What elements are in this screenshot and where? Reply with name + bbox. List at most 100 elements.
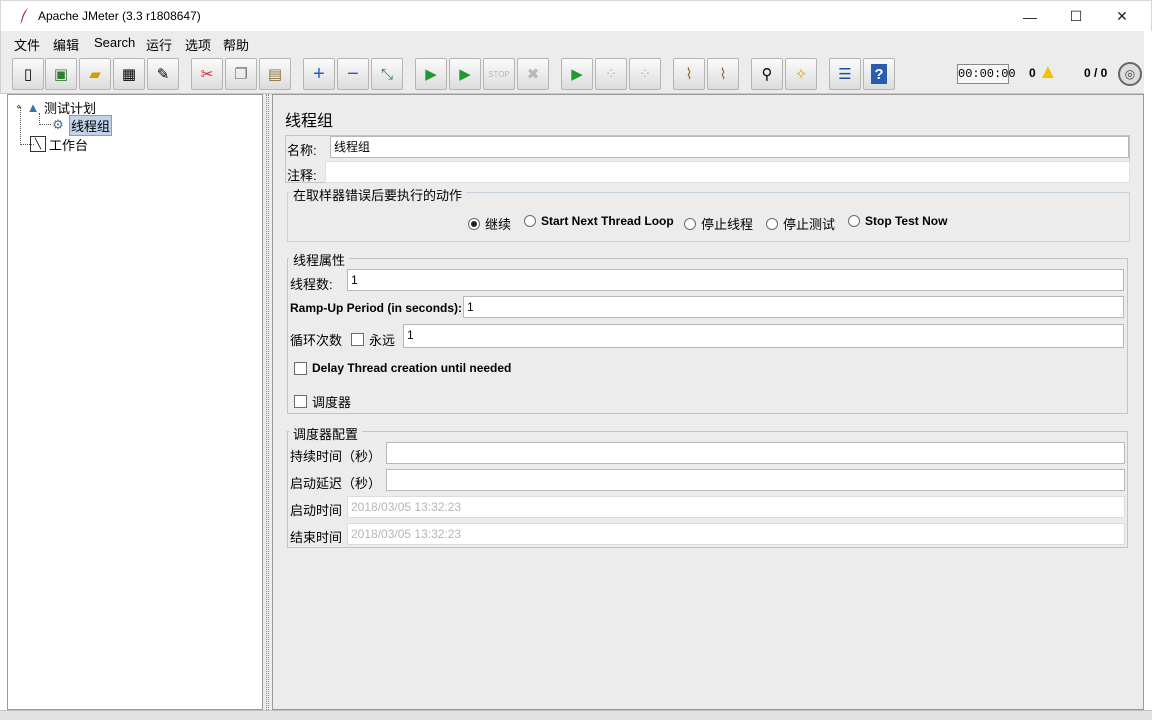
copy-button[interactable]: ❐ — [225, 58, 257, 90]
tree-node-test-plan[interactable]: ⚬ ▲ 测试计划 — [15, 98, 96, 116]
help-button[interactable]: ? — [863, 58, 895, 90]
save-button[interactable]: ▦ — [113, 58, 145, 90]
save-as-icon: ✎ — [156, 66, 170, 83]
checkbox-box — [294, 361, 307, 375]
shutdown-icon: ✖ — [526, 66, 540, 83]
radio-continue[interactable]: 继续 — [468, 214, 511, 233]
save-as-button[interactable]: ✎ — [147, 58, 179, 90]
paste-button[interactable]: ▤ — [259, 58, 291, 90]
radio-label: 停止线程 — [701, 217, 754, 232]
error-action-legend: 在取样器错误后要执行的动作 — [289, 185, 467, 204]
scheduler-config-legend: 调度器配置 — [289, 424, 363, 443]
delay-thread-creation-checkbox[interactable]: Delay Thread creation until needed — [294, 361, 511, 375]
toggle-button[interactable]: ⤡ — [371, 58, 403, 90]
start-no-pause-icon: ▶ — [459, 66, 471, 83]
close-button[interactable]: ✕ — [1099, 1, 1145, 32]
cut-button[interactable]: ✂ — [191, 58, 223, 90]
radio-indicator — [468, 217, 480, 230]
remote-stop-all-button[interactable]: ⁘ — [595, 58, 627, 90]
remote-start-all-button[interactable]: ▶ — [561, 58, 593, 90]
scheduler-checkbox[interactable]: 调度器 — [294, 392, 351, 411]
tree-node-thread-group[interactable]: ⚙ 线程组 — [50, 114, 113, 136]
remote-stop-icon: ⁘ — [604, 66, 618, 83]
clear-all-icon: ⌇ — [719, 66, 727, 83]
open-button[interactable]: ▰ — [79, 58, 111, 90]
page-title: 线程组 — [285, 113, 334, 130]
stop-button[interactable]: STOP — [483, 58, 515, 90]
threads-input[interactable]: 1 — [347, 269, 1124, 291]
remote-shutdown-all-button[interactable]: ⁘ — [629, 58, 661, 90]
warning-icon[interactable]: ▲ — [1038, 62, 1058, 82]
thread-properties-legend: 线程属性 — [289, 250, 350, 269]
templates-icon: ▣ — [53, 66, 69, 83]
loop-count-input[interactable]: 1 — [403, 324, 1124, 348]
end-time-input[interactable]: 2018/03/05 13:32:23 — [347, 523, 1125, 545]
collapse-all-button[interactable]: − — [337, 58, 369, 90]
start-no-pauses-button[interactable]: ▶ — [449, 58, 481, 90]
templates-button[interactable]: ▣ — [45, 58, 77, 90]
tree-toggle-icon[interactable]: ⚬ — [15, 102, 25, 113]
minimize-button[interactable]: — — [1007, 1, 1053, 32]
radio-start-next-loop[interactable]: Start Next Thread Loop — [524, 214, 674, 228]
checkbox-box — [351, 333, 364, 346]
save-icon: ▦ — [121, 66, 137, 83]
elapsed-timer: 00:00:00 — [957, 64, 1016, 84]
radio-stop-test[interactable]: 停止测试 — [766, 214, 835, 233]
toolbar: ▯ ▣ ▰ ▦ ✎ ✂ ❐ ▤ + − ⤡ ▶ ▶ STOP ✖ ▶ ⁘ ⁘ ⌇… — [0, 54, 1144, 94]
menu-search[interactable]: Search — [94, 35, 135, 50]
open-icon: ▰ — [89, 66, 101, 83]
remote-shutdown-icon: ⁘ — [638, 66, 652, 83]
start-time-input[interactable]: 2018/03/05 13:32:23 — [347, 496, 1125, 518]
rampup-input[interactable]: 1 — [463, 296, 1124, 318]
duration-label: 持续时间（秒） — [290, 449, 382, 464]
menu-help[interactable]: 帮助 — [223, 35, 249, 54]
reset-search-button[interactable]: ✧ — [785, 58, 817, 90]
background-strip — [0, 710, 1152, 720]
start-time-label: 启动时间 — [290, 503, 343, 518]
comment-input[interactable] — [325, 161, 1130, 183]
forever-checkbox[interactable]: 永远 — [351, 330, 395, 349]
function-helper-button[interactable]: ☰ — [829, 58, 861, 90]
tree-node-workbench[interactable]: ╲ 工作台 — [30, 135, 88, 153]
radio-stop-thread[interactable]: 停止线程 — [684, 214, 753, 233]
help-icon: ? — [871, 64, 887, 84]
split-pane-divider[interactable] — [263, 94, 272, 710]
thread-group-panel: 线程组 名称: 线程组 注释: 在取样器错误后要执行的动作 继续 Start N… — [272, 94, 1144, 710]
clear-all-button[interactable]: ⌇ — [707, 58, 739, 90]
menu-bar: 文件 编辑 Search 运行 选项 帮助 — [0, 31, 1144, 54]
tree-node-label: 线程组 — [69, 114, 113, 136]
stop-icon: STOP — [488, 69, 510, 79]
menu-file[interactable]: 文件 — [14, 35, 40, 54]
rampup-label: Ramp-Up Period (in seconds): — [290, 301, 463, 315]
gear-icon: ⚙ — [52, 117, 64, 132]
start-icon: ▶ — [425, 66, 437, 83]
menu-options[interactable]: 选项 — [185, 35, 211, 54]
radio-label: Stop Test Now — [865, 214, 948, 228]
menu-edit[interactable]: 编辑 — [53, 35, 79, 54]
start-button[interactable]: ▶ — [415, 58, 447, 90]
radio-label: Start Next Thread Loop — [541, 214, 674, 228]
shutdown-button[interactable]: ✖ — [517, 58, 549, 90]
new-button[interactable]: ▯ — [12, 58, 44, 90]
remote-status-icon[interactable]: ◎ — [1118, 62, 1142, 86]
search-button[interactable]: ⚲ — [751, 58, 783, 90]
toggle-icon: ⤡ — [380, 65, 393, 83]
end-time-label: 结束时间 — [290, 530, 343, 545]
remote-start-icon: ▶ — [571, 66, 583, 83]
window-title: Apache JMeter (3.3 r1808647) — [38, 9, 201, 23]
clear-button[interactable]: ⌇ — [673, 58, 705, 90]
duration-input[interactable] — [386, 442, 1125, 464]
radio-stop-test-now[interactable]: Stop Test Now — [848, 214, 947, 228]
maximize-button[interactable]: ☐ — [1053, 1, 1099, 32]
expand-icon: + — [313, 62, 325, 85]
expand-all-button[interactable]: + — [303, 58, 335, 90]
menu-run[interactable]: 运行 — [146, 35, 172, 54]
startup-delay-input[interactable] — [386, 469, 1125, 491]
checkbox-label: Delay Thread creation until needed — [312, 361, 512, 375]
name-input[interactable]: 线程组 — [330, 136, 1129, 158]
collapse-icon: − — [347, 62, 359, 85]
cut-icon: ✂ — [200, 66, 214, 83]
radio-indicator — [766, 217, 778, 230]
threads-label: 线程数: — [290, 277, 333, 292]
tree-node-label: 工作台 — [49, 137, 89, 153]
